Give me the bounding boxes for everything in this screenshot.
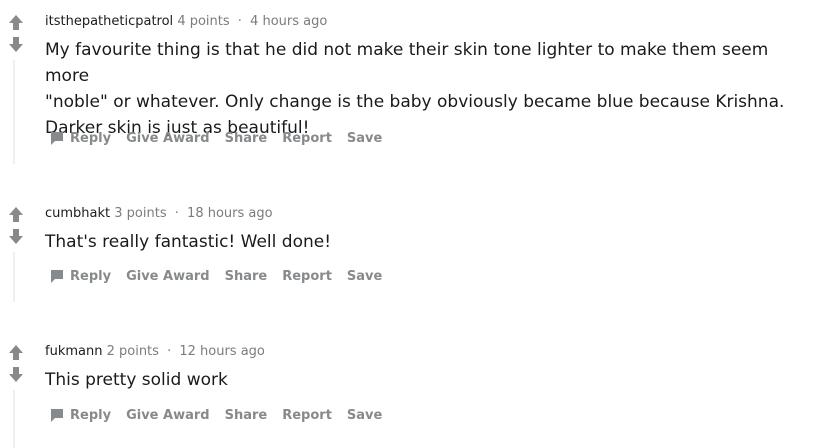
comment-meta: cumbhakt 3 points · 18 hours ago xyxy=(45,206,273,221)
comment-3: fukmann 2 points · 12 hours ago This pre… xyxy=(0,330,838,448)
give-award-button[interactable]: Give Award xyxy=(126,269,210,284)
give-award-button[interactable]: Give Award xyxy=(126,408,210,423)
comment-body-line: "noble" or whatever. Only change is the … xyxy=(45,92,785,112)
give-award-label: Give Award xyxy=(126,268,210,284)
comment-actions: Reply Give Award Share Report Save xyxy=(49,130,397,146)
save-label: Save xyxy=(346,407,383,423)
share-label: Share xyxy=(224,268,268,284)
vote-column xyxy=(6,206,26,244)
comment-author[interactable]: cumbhakt xyxy=(45,206,110,221)
save-button[interactable]: Save xyxy=(347,131,382,146)
comment-meta: itsthepatheticpatrol 4 points · 4 hours … xyxy=(45,14,327,29)
comment-author[interactable]: fukmann xyxy=(45,344,102,359)
vote-column xyxy=(6,14,26,52)
comment-body-line: That's really fantastic! Well done! xyxy=(45,232,332,252)
downvote-arrow-icon[interactable] xyxy=(6,228,26,244)
save-button[interactable]: Save xyxy=(347,408,382,423)
downvote-arrow-icon[interactable] xyxy=(6,366,26,382)
thread-line[interactable] xyxy=(13,60,15,164)
comment-1: itsthepatheticpatrol 4 points · 4 hours … xyxy=(0,0,838,170)
comment-body: This pretty solid work xyxy=(45,367,815,393)
speech-bubble-icon xyxy=(49,130,65,146)
comment-points: 4 points xyxy=(177,14,230,29)
comment-actions: Reply Give Award Share Report Save xyxy=(49,407,397,423)
comment-author[interactable]: itsthepatheticpatrol xyxy=(45,14,173,29)
thread-line[interactable] xyxy=(13,252,15,302)
reply-button[interactable]: Reply xyxy=(49,407,111,423)
share-button[interactable]: Share xyxy=(225,408,268,423)
upvote-arrow-icon[interactable] xyxy=(6,344,26,360)
comment-timestamp[interactable]: 12 hours ago xyxy=(179,344,265,359)
comment-meta: fukmann 2 points · 12 hours ago xyxy=(45,344,265,359)
comment-timestamp[interactable]: 4 hours ago xyxy=(250,14,327,29)
comment-body: My favourite thing is that he did not ma… xyxy=(45,37,815,141)
upvote-arrow-icon[interactable] xyxy=(6,206,26,222)
meta-separator: · xyxy=(174,206,179,221)
speech-bubble-icon xyxy=(49,407,65,423)
save-button[interactable]: Save xyxy=(347,269,382,284)
comment-points: 2 points xyxy=(106,344,159,359)
meta-separator: · xyxy=(237,14,242,29)
upvote-arrow-icon[interactable] xyxy=(6,14,26,30)
report-label: Report xyxy=(282,130,332,146)
comment-timestamp[interactable]: 18 hours ago xyxy=(187,206,273,221)
reply-label: Reply xyxy=(70,407,112,423)
downvote-arrow-icon[interactable] xyxy=(6,36,26,52)
speech-bubble-icon xyxy=(49,268,65,284)
give-award-label: Give Award xyxy=(126,407,210,423)
give-award-button[interactable]: Give Award xyxy=(126,131,210,146)
report-button[interactable]: Report xyxy=(282,131,332,146)
share-button[interactable]: Share xyxy=(225,269,268,284)
reply-label: Reply xyxy=(70,130,112,146)
share-label: Share xyxy=(224,407,268,423)
comment-body-line: My favourite thing is that he did not ma… xyxy=(45,40,769,86)
save-label: Save xyxy=(346,130,383,146)
comment-actions: Reply Give Award Share Report Save xyxy=(49,268,397,284)
thread-line[interactable] xyxy=(13,390,15,448)
share-label: Share xyxy=(224,130,268,146)
report-button[interactable]: Report xyxy=(282,269,332,284)
meta-separator: · xyxy=(167,344,172,359)
report-button[interactable]: Report xyxy=(282,408,332,423)
comment-body-line: This pretty solid work xyxy=(45,370,228,390)
share-button[interactable]: Share xyxy=(225,131,268,146)
give-award-label: Give Award xyxy=(126,130,210,146)
reply-label: Reply xyxy=(70,268,112,284)
save-label: Save xyxy=(346,268,383,284)
comment-body: That's really fantastic! Well done! xyxy=(45,229,815,255)
report-label: Report xyxy=(282,268,332,284)
comment-2: cumbhakt 3 points · 18 hours ago That's … xyxy=(0,192,838,312)
vote-column xyxy=(6,344,26,382)
comment-points: 3 points xyxy=(114,206,167,221)
reply-button[interactable]: Reply xyxy=(49,130,111,146)
report-label: Report xyxy=(282,407,332,423)
reply-button[interactable]: Reply xyxy=(49,268,111,284)
